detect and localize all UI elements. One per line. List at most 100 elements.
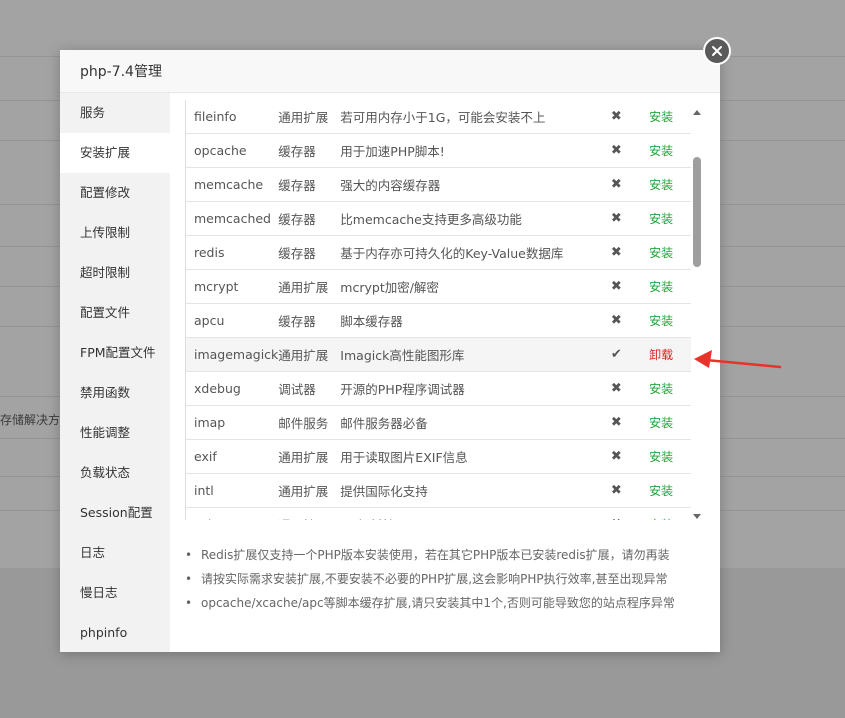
extension-type: 通用扩展 xyxy=(278,100,341,134)
sidebar-item-performance[interactable]: 性能调整 xyxy=(60,413,170,453)
extensions-table-container: fileinfo 通用扩展 若可用内存小于1G，可能会安装不上 ✖ 安装 opc… xyxy=(185,100,691,520)
sidebar-item-slow-log[interactable]: 慢日志 xyxy=(60,573,170,613)
extension-description: 邮件服务器必备 xyxy=(340,405,602,440)
php-manager-dialog: php-7.4管理 服务 安装扩展 配置修改 上传限制 超时限制 配置文件 FP… xyxy=(60,50,720,652)
not-installed-icon: ✖ xyxy=(601,405,632,440)
not-installed-icon: ✖ xyxy=(601,133,632,168)
not-installed-icon: ✖ xyxy=(601,100,632,134)
not-installed-icon: ✖ xyxy=(601,235,632,270)
extension-description: 用于加速PHP脚本! xyxy=(340,133,602,168)
extension-type: 缓存器 xyxy=(278,235,341,270)
table-row: imagemagick 通用扩展 Imagick高性能图形库 ✔ 卸载 xyxy=(186,337,691,372)
extension-name: xsl xyxy=(186,507,279,520)
install-button[interactable]: 安装 xyxy=(649,246,673,260)
extensions-table: fileinfo 通用扩展 若可用内存小于1G，可能会安装不上 ✖ 安装 opc… xyxy=(186,100,691,520)
install-button[interactable]: 安装 xyxy=(649,484,673,498)
sidebar-item-phpinfo[interactable]: phpinfo xyxy=(60,613,170,653)
table-scrollbar[interactable] xyxy=(690,100,704,520)
dialog-header: php-7.4管理 xyxy=(60,50,720,93)
extension-description: mcrypt加密/解密 xyxy=(340,269,602,304)
install-button[interactable]: 安装 xyxy=(649,178,673,192)
table-row: opcache 缓存器 用于加速PHP脚本! ✖ 安装 xyxy=(186,133,691,168)
scroll-up-arrow-icon[interactable] xyxy=(693,110,701,115)
dialog-sidebar: 服务 安装扩展 配置修改 上传限制 超时限制 配置文件 FPM配置文件 禁用函数… xyxy=(60,93,170,652)
install-button[interactable]: 安装 xyxy=(649,144,673,158)
sidebar-item-config-edit[interactable]: 配置修改 xyxy=(60,173,170,213)
close-icon xyxy=(712,46,722,56)
table-row: memcached 缓存器 比memcache支持更多高级功能 ✖ 安装 xyxy=(186,201,691,236)
extension-type: 邮件服务 xyxy=(278,405,341,440)
install-button[interactable]: 安装 xyxy=(649,110,673,124)
extension-type: 缓存器 xyxy=(278,167,341,202)
extension-description: 开源的PHP程序调试器 xyxy=(340,371,602,406)
extension-description: 比memcache支持更多高级功能 xyxy=(340,201,602,236)
sidebar-item-fpm-config[interactable]: FPM配置文件 xyxy=(60,333,170,373)
extension-type: 缓存器 xyxy=(278,303,341,338)
extension-description: 强大的内容缓存器 xyxy=(340,167,602,202)
table-row: apcu 缓存器 脚本缓存器 ✖ 安装 xyxy=(186,303,691,338)
uninstall-button[interactable]: 卸载 xyxy=(649,348,673,362)
background-partial-text: 存储解决方 xyxy=(0,413,61,427)
not-installed-icon: ✖ xyxy=(601,303,632,338)
extension-description: 脚本缓存器 xyxy=(340,303,602,338)
scroll-down-arrow-icon[interactable] xyxy=(693,514,701,519)
table-row: fileinfo 通用扩展 若可用内存小于1G，可能会安装不上 ✖ 安装 xyxy=(186,100,691,134)
install-button[interactable]: 安装 xyxy=(649,450,673,464)
help-notes: Redis扩展仅支持一个PHP版本安装使用，若在其它PHP版本已安装redis扩… xyxy=(185,543,705,615)
sidebar-item-disabled-functions[interactable]: 禁用函数 xyxy=(60,373,170,413)
extension-description: 若可用内存小于1G，可能会安装不上 xyxy=(340,100,602,134)
sidebar-item-session-config[interactable]: Session配置 xyxy=(60,493,170,533)
table-row: intl 通用扩展 提供国际化支持 ✖ 安装 xyxy=(186,473,691,508)
table-row: imap 邮件服务 邮件服务器必备 ✖ 安装 xyxy=(186,405,691,440)
note-item: Redis扩展仅支持一个PHP版本安装使用，若在其它PHP版本已安装redis扩… xyxy=(185,543,705,567)
note-item: opcache/xcache/apc等脚本缓存扩展,请只安装其中1个,否则可能导… xyxy=(185,591,705,615)
extension-type: 通用扩展 xyxy=(278,473,341,508)
extension-type: 缓存器 xyxy=(278,201,341,236)
note-item: 请按实际需求安装扩展,不要安装不必要的PHP扩展,这会影响PHP执行效率,甚至出… xyxy=(185,567,705,591)
extension-type: 通用扩展 xyxy=(278,269,341,304)
extension-type: 缓存器 xyxy=(278,133,341,168)
extension-name: imap xyxy=(186,405,279,440)
scrollbar-thumb[interactable] xyxy=(693,157,701,267)
sidebar-item-log[interactable]: 日志 xyxy=(60,533,170,573)
install-button[interactable]: 安装 xyxy=(649,280,673,294)
install-button[interactable]: 安装 xyxy=(649,382,673,396)
install-button[interactable]: 安装 xyxy=(649,212,673,226)
installed-check-icon: ✔ xyxy=(601,337,632,372)
extension-description: 提供国际化支持 xyxy=(340,473,602,508)
extension-description: 基于内存亦可持久化的Key-Value数据库 xyxy=(340,235,602,270)
extension-name: redis xyxy=(186,235,279,270)
install-button[interactable]: 安装 xyxy=(649,416,673,430)
close-button[interactable] xyxy=(703,37,731,65)
extension-name: memcached xyxy=(186,201,279,236)
table-row: memcache 缓存器 强大的内容缓存器 ✖ 安装 xyxy=(186,167,691,202)
sidebar-item-config-file[interactable]: 配置文件 xyxy=(60,293,170,333)
extension-name: mcrypt xyxy=(186,269,279,304)
extension-name: exif xyxy=(186,439,279,474)
not-installed-icon: ✖ xyxy=(601,201,632,236)
extension-name: opcache xyxy=(186,133,279,168)
table-row: xsl 通用扩展 xsl解析扩展 ✖ 安装 xyxy=(186,507,691,520)
sidebar-item-service[interactable]: 服务 xyxy=(60,93,170,133)
extension-type: 通用扩展 xyxy=(278,439,341,474)
not-installed-icon: ✖ xyxy=(601,439,632,474)
not-installed-icon: ✖ xyxy=(601,507,632,520)
extension-name: xdebug xyxy=(186,371,279,406)
extension-name: apcu xyxy=(186,303,279,338)
table-row: exif 通用扩展 用于读取图片EXIF信息 ✖ 安装 xyxy=(186,439,691,474)
extension-type: 通用扩展 xyxy=(278,507,341,520)
dialog-content: fileinfo 通用扩展 若可用内存小于1G，可能会安装不上 ✖ 安装 opc… xyxy=(170,93,720,652)
not-installed-icon: ✖ xyxy=(601,371,632,406)
not-installed-icon: ✖ xyxy=(601,167,632,202)
extension-type: 调试器 xyxy=(278,371,341,406)
table-row: xdebug 调试器 开源的PHP程序调试器 ✖ 安装 xyxy=(186,371,691,406)
extension-name: intl xyxy=(186,473,279,508)
sidebar-item-upload-limit[interactable]: 上传限制 xyxy=(60,213,170,253)
install-button[interactable]: 安装 xyxy=(649,518,673,520)
extension-name: imagemagick xyxy=(186,337,279,372)
sidebar-item-timeout-limit[interactable]: 超时限制 xyxy=(60,253,170,293)
sidebar-item-install-extensions[interactable]: 安装扩展 xyxy=(60,133,170,173)
extension-description: Imagick高性能图形库 xyxy=(340,337,602,372)
sidebar-item-load-status[interactable]: 负载状态 xyxy=(60,453,170,493)
install-button[interactable]: 安装 xyxy=(649,314,673,328)
